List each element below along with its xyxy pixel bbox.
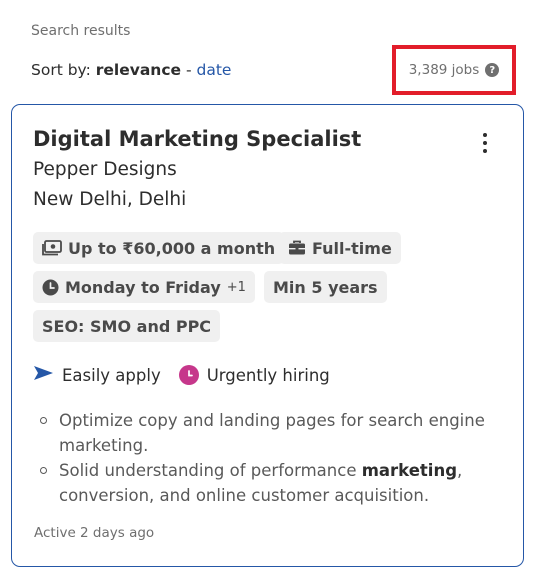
clock-icon bbox=[42, 279, 59, 296]
urgent-hiring-label: Urgently hiring bbox=[206, 365, 330, 385]
kebab-menu-icon[interactable] bbox=[472, 129, 498, 157]
question-circle-icon[interactable]: ? bbox=[485, 63, 500, 77]
job-card[interactable]: Digital Marketing Specialist Pepper Desi… bbox=[11, 104, 524, 567]
company-name: Pepper Designs bbox=[33, 159, 177, 180]
sort-date-link[interactable]: date bbox=[196, 61, 231, 79]
search-results-label: Search results bbox=[31, 23, 131, 39]
skill-label: SEO: SMO and PPC bbox=[42, 316, 212, 336]
job-location: New Delhi, Delhi bbox=[33, 189, 187, 210]
salary-label: Up to ₹60,000 a month bbox=[68, 238, 276, 258]
easy-apply-label: Easily apply bbox=[62, 365, 161, 385]
job-count: 3,389 jobs bbox=[408, 62, 480, 78]
job-type-label: Full-time bbox=[312, 238, 392, 258]
sort-relevance: relevance bbox=[95, 61, 182, 79]
job-type-chip: Full-time bbox=[279, 232, 401, 264]
skill-chip: SEO: SMO and PPC bbox=[33, 310, 221, 342]
send-arrow-icon bbox=[33, 365, 54, 385]
schedule-label: Monday to Friday bbox=[65, 277, 221, 297]
schedule-extra-count: +1 bbox=[226, 279, 246, 295]
salary-chip: Up to ₹60,000 a month bbox=[33, 232, 285, 264]
urgent-hiring-badge: Urgently hiring bbox=[178, 365, 330, 385]
sort-prefix: Sort by: bbox=[31, 61, 91, 79]
sort-separator: - bbox=[181, 61, 197, 79]
search-results-panel: Search results Sort by: relevance - date… bbox=[0, 0, 537, 575]
snippet-item: Solid understanding of performance marke… bbox=[36, 458, 506, 508]
briefcase-icon bbox=[288, 240, 306, 256]
posted-date: Active 2 days ago bbox=[34, 525, 155, 541]
money-icon bbox=[42, 240, 62, 256]
clock-icon bbox=[178, 365, 199, 385]
experience-label: Min 5 years bbox=[273, 277, 378, 297]
experience-chip: Min 5 years bbox=[264, 271, 387, 303]
sort-controls: Sort by: relevance - date bbox=[31, 61, 231, 79]
snippet-item: Optimize copy and landing pages for sear… bbox=[36, 408, 506, 458]
schedule-chip: Monday to Friday +1 bbox=[33, 271, 255, 303]
job-title[interactable]: Digital Marketing Specialist bbox=[33, 127, 361, 151]
easy-apply-badge: Easily apply bbox=[33, 365, 161, 385]
job-badges: Easily apply Urgently hiring bbox=[33, 365, 330, 385]
job-snippet: Optimize copy and landing pages for sear… bbox=[36, 408, 506, 508]
job-count-highlight: 3,389 jobs ? bbox=[392, 45, 516, 95]
